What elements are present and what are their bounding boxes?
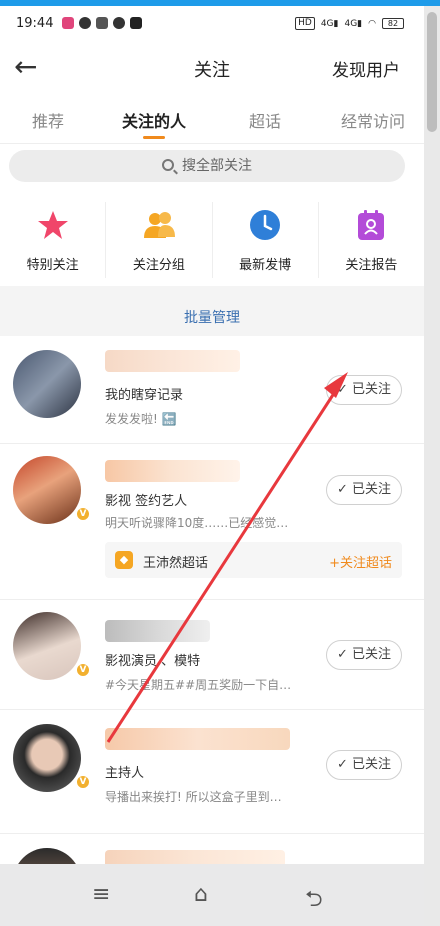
status-right: HD 4G▮ 4G▮ ◠ 82 [295,17,404,30]
followed-button[interactable]: ✓ 已关注 [326,750,402,780]
avatar[interactable] [13,456,81,524]
super-topic-name: 王沛然超话 [143,556,209,571]
user-desc: 影视演员 、模特 [105,654,201,669]
user-desc: 主持人 [105,766,145,781]
menu-icon[interactable]: ≡ [92,882,110,907]
search-area: 搜全部关注 [0,144,424,194]
quick-label-latest: 最新发博 [239,258,292,273]
batch-manage-button[interactable]: 批量管理 [0,300,424,336]
followed-label: 已关注 [352,757,392,772]
image-icon [96,17,108,29]
quick-group[interactable]: 关注分组 [106,202,213,278]
following-list: 我的瞎穿记录 发发发啦! 🔚 ✓ 已关注 V 影视 签约艺人 明天听说骤降10度… [0,336,424,916]
search-placeholder: 搜全部关注 [182,158,252,174]
search-icon [162,159,174,171]
status-bar: 19:44 HD 4G▮ 4G▮ ◠ 82 [0,6,424,44]
username-blurred [105,460,240,482]
user-latest-post: 明天听说骤降10度……已经感觉… [105,516,289,530]
list-item[interactable]: 我的瞎穿记录 发发发啦! 🔚 ✓ 已关注 [0,336,424,444]
quick-label-special: 特别关注 [26,258,79,273]
battery-icon: 82 [382,18,404,29]
report-icon [358,210,385,240]
quick-latest[interactable]: 最新发博 [213,202,319,278]
scrollbar[interactable] [424,6,440,926]
quick-label-report: 关注报告 [345,258,398,273]
verified-badge-icon: V [75,662,91,678]
home-icon[interactable]: ⌂ [194,882,208,907]
scrollbar-thumb[interactable] [427,12,437,132]
quick-report[interactable]: 关注报告 [319,202,424,278]
signal-4g-icon-2: 4G▮ [344,18,363,29]
followed-label: 已关注 [352,647,392,662]
tab-following[interactable]: 关注的人 [122,108,186,132]
discover-users-button[interactable]: 发现用户 [332,56,400,81]
wifi-icon: ◠ [368,18,376,29]
username-blurred [105,620,210,642]
back-icon[interactable]: ⮌ [305,882,323,920]
active-tab-indicator [143,136,165,139]
followed-label: 已关注 [352,382,392,397]
hd-icon: HD [295,17,315,30]
follow-super-topic-button[interactable]: +关注超话 [329,552,392,571]
system-nav-bar: ≡ ⌂ ⮌ [0,864,424,926]
avatar[interactable] [13,612,81,680]
diamond-icon: ◆ [115,551,133,569]
verified-badge-icon: V [75,506,91,522]
list-item[interactable]: V 影视 签约艺人 明天听说骤降10度……已经感觉… ✓ 已关注 ◆ 王沛然超话… [0,444,424,600]
tab-super-topics[interactable]: 超话 [249,108,281,132]
weibo-icon [113,17,125,29]
followed-button[interactable]: ✓ 已关注 [326,640,402,670]
super-topic-card[interactable]: ◆ 王沛然超话 +关注超话 [105,542,402,578]
user-latest-post: 导播出来挨打! 所以这盒子里到… [105,790,282,804]
signal-4g-icon: 4G▮ [320,18,339,29]
tab-frequent[interactable]: 经常访问 [341,108,405,132]
search-input[interactable]: 搜全部关注 [9,150,405,182]
list-item[interactable]: V 主持人 导播出来挨打! 所以这盒子里到… ✓ 已关注 [0,710,424,834]
tiktok-icon [130,17,142,29]
status-time: 19:44 [16,16,54,31]
quick-label-group: 关注分组 [132,258,185,273]
quick-special-follow[interactable]: 特别关注 [0,202,107,278]
app-icon [62,17,74,29]
followed-button[interactable]: ✓ 已关注 [326,475,402,505]
group-icon [143,212,175,238]
username-blurred [105,350,240,372]
username-blurred [105,728,290,750]
quick-actions: 特别关注 关注分组 最新发博 关注报告 [0,194,424,286]
tab-bar: 推荐 关注的人 超话 经常访问 [0,92,424,144]
user-latest-post: 发发发啦! 🔚 [105,412,177,426]
followed-label: 已关注 [352,482,392,497]
followed-button[interactable]: ✓ 已关注 [326,375,402,405]
clock-icon [250,210,281,240]
nav-bar: ← 关注 发现用户 [0,44,424,92]
phone-screen: 19:44 HD 4G▮ 4G▮ ◠ 82 ← 关注 发现用户 推荐 关注的人 … [0,6,424,926]
user-desc: 我的瞎穿记录 [105,388,184,403]
list-item[interactable]: V 影视演员 、模特 #今天星期五##周五奖励一下自… ✓ 已关注 [0,600,424,710]
verified-badge-icon: V [75,774,91,790]
user-latest-post: #今天星期五##周五奖励一下自… [105,678,292,692]
avatar[interactable] [13,724,81,792]
notification-icons [62,17,142,29]
user-desc: 影视 签约艺人 [105,494,188,509]
compass-icon [79,17,91,29]
avatar[interactable] [13,350,81,418]
tab-recommend[interactable]: 推荐 [32,108,64,132]
star-icon [37,211,68,239]
